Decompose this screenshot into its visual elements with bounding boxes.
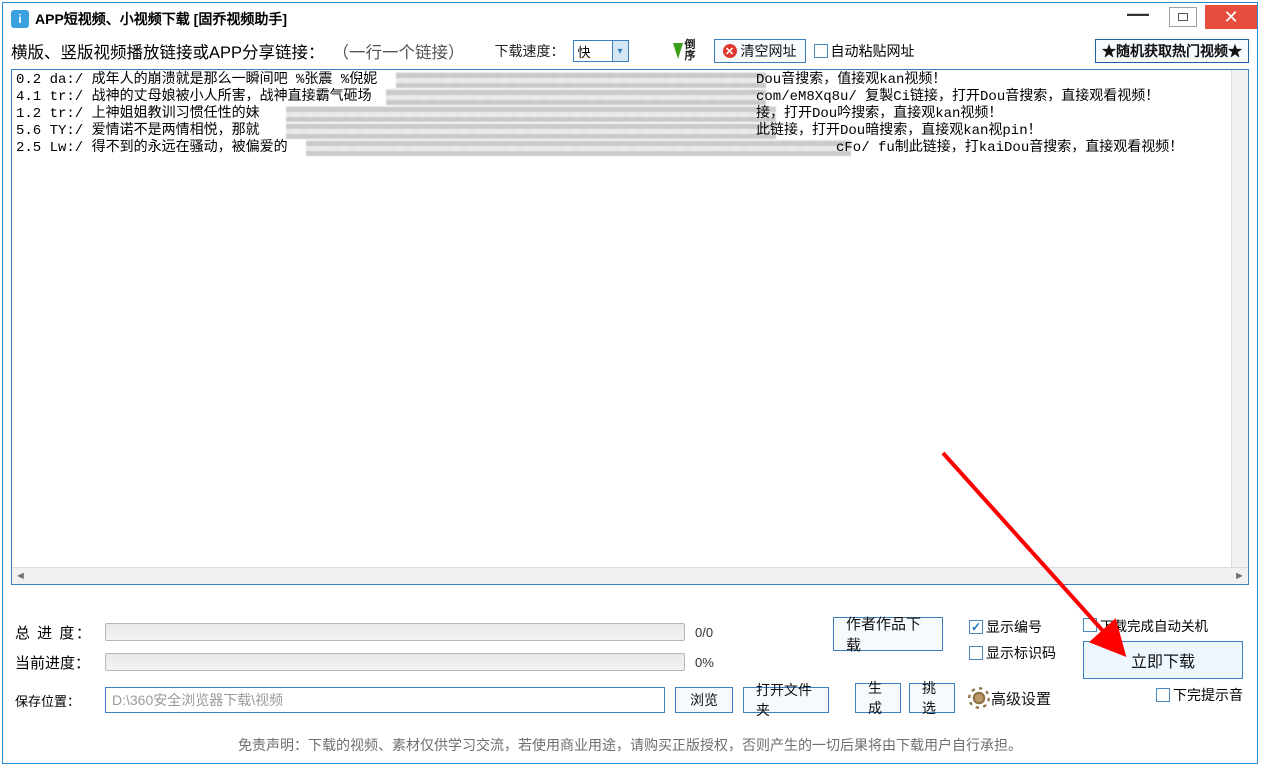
checkbox-icon bbox=[969, 646, 983, 660]
censored-region bbox=[286, 123, 776, 139]
horizontal-scrollbar[interactable]: ◄ ► bbox=[12, 567, 1248, 584]
censored-region bbox=[286, 106, 776, 122]
checkbox-icon bbox=[1156, 688, 1170, 702]
toolbar: 横版、竖版视频播放链接或APP分享链接： （一行一个链接） 下载速度： 快 ▾ … bbox=[3, 35, 1257, 69]
line-left: 1.2 tr:/ 上神姐姐教训习惯任性的妹 bbox=[16, 106, 260, 123]
browse-button[interactable]: 浏览 bbox=[675, 687, 733, 713]
line-right: 此链接，打开Dou暗搜索，直接观kan视pin！ bbox=[756, 123, 1042, 140]
line-left: 4.1 tr:/ 战神的丈母娘被小人所害，战神直接霸气砸场 bbox=[16, 89, 372, 106]
auto-shutdown-label: 下载完成自动关机 bbox=[1100, 615, 1208, 635]
author-works-download-button[interactable]: 作者作品下载 bbox=[833, 617, 943, 651]
url-label: 横版、竖版视频播放链接或APP分享链接： bbox=[11, 39, 325, 63]
auto-paste-label: 自动粘贴网址 bbox=[831, 41, 915, 61]
scroll-left-icon[interactable]: ◄ bbox=[12, 568, 29, 585]
auto-shutdown-checkbox[interactable]: 下载完成自动关机 bbox=[1083, 615, 1208, 635]
url-content: 0.2 da:/ 成年人的崩溃就是那么一瞬间吧 %张震 %倪妮 Dou音搜索，值… bbox=[12, 70, 1248, 159]
random-hot-video-button[interactable]: ★随机获取热门视频★ bbox=[1095, 39, 1249, 63]
list-item: 0.2 da:/ 成年人的崩溃就是那么一瞬间吧 %张震 %倪妮 Dou音搜索，值… bbox=[16, 72, 1244, 89]
current-progress-value: 0% bbox=[695, 655, 735, 670]
open-folder-button[interactable]: 打开文件夹 bbox=[743, 687, 829, 713]
mid-buttons: 作者作品下载 bbox=[833, 617, 943, 651]
censored-region bbox=[386, 89, 766, 105]
speed-value: 快 bbox=[578, 42, 591, 61]
total-progress-label: 总 进 度： bbox=[15, 622, 95, 643]
show-code-checkbox[interactable]: 显示标识码 bbox=[969, 643, 1056, 663]
list-item: 2.5 Lw:/ 得不到的永远在骚动，被偏爱的 cFo/ fu制此链接，打kai… bbox=[16, 140, 1244, 157]
arrow-down-icon bbox=[673, 43, 683, 59]
speed-label: 下载速度： bbox=[495, 41, 565, 61]
random-hot-label: ★随机获取热门视频★ bbox=[1102, 41, 1242, 61]
line-right: com/eM8Xq8u/ 复製Ci链接，打开Dou音搜索，直接观看视频！ bbox=[756, 89, 1159, 106]
generate-button[interactable]: 生成 bbox=[855, 683, 901, 713]
gen-row: 生成 挑选 高级设置 bbox=[855, 683, 1051, 713]
clear-urls-button[interactable]: ✕ 清空网址 bbox=[714, 39, 806, 63]
save-location-row: 保存位置： D:\360安全浏览器下载\视频 浏览 打开文件夹 bbox=[15, 687, 829, 713]
line-right: Dou音搜索，值接观kan视频！ bbox=[756, 72, 946, 89]
titlebar-left: i APP短视频、小视频下载 [固乔视频助手] bbox=[11, 9, 287, 29]
window-controls: — ✕ bbox=[1115, 5, 1257, 33]
speed-select[interactable]: 快 ▾ bbox=[573, 40, 629, 62]
progress-section: 总 进 度： 0/0 当前进度： 0% bbox=[15, 617, 735, 677]
url-textarea[interactable]: 0.2 da:/ 成年人的崩溃就是那么一瞬间吧 %张震 %倪妮 Dou音搜索，值… bbox=[11, 69, 1249, 585]
auto-paste-checkbox[interactable]: 自动粘贴网址 bbox=[814, 41, 915, 61]
reverse-char-2: 序 bbox=[685, 51, 696, 62]
save-location-label: 保存位置： bbox=[15, 691, 95, 710]
window-title: APP短视频、小视频下载 [固乔视频助手] bbox=[35, 9, 287, 29]
scroll-right-icon[interactable]: ► bbox=[1231, 568, 1248, 585]
close-button[interactable]: ✕ bbox=[1205, 5, 1257, 29]
list-item: 1.2 tr:/ 上神姐姐教训习惯任性的妹 接，打开Dou吟搜索，直接观kan视… bbox=[16, 106, 1244, 123]
close-icon: ✕ bbox=[723, 44, 737, 58]
maximize-button[interactable] bbox=[1169, 7, 1197, 27]
done-sound-label: 下完提示音 bbox=[1173, 685, 1243, 705]
list-item: 5.6 TY:/ 爱情诺不是两情相悦，那就 此链接，打开Dou暗搜索，直接观ka… bbox=[16, 123, 1244, 140]
list-item: 4.1 tr:/ 战神的丈母娘被小人所害，战神直接霸气砸场 com/eM8Xq8… bbox=[16, 89, 1244, 106]
advanced-settings-link[interactable]: 高级设置 bbox=[971, 688, 1051, 709]
app-icon: i bbox=[11, 10, 29, 28]
vertical-scrollbar[interactable] bbox=[1231, 70, 1248, 567]
line-left: 2.5 Lw:/ 得不到的永远在骚动，被偏爱的 bbox=[16, 140, 288, 157]
show-code-label: 显示标识码 bbox=[986, 643, 1056, 663]
right-column: 下载完成自动关机 立即下载 下完提示音 bbox=[1083, 615, 1243, 705]
disclaimer-text: 免责声明：下载的视频、素材仅供学习交流，若使用商业用途，请购买正版授权，否则产生… bbox=[3, 735, 1257, 755]
line-right: 接，打开Dou吟搜索，直接观kan视频！ bbox=[756, 106, 1002, 123]
download-now-button[interactable]: 立即下载 bbox=[1083, 641, 1243, 679]
chevron-down-icon: ▾ bbox=[612, 41, 628, 61]
clear-urls-label: 清空网址 bbox=[741, 41, 797, 61]
total-progress-bar bbox=[105, 623, 685, 641]
line-left: 0.2 da:/ 成年人的崩溃就是那么一瞬间吧 %张震 %倪妮 bbox=[16, 72, 377, 89]
line-right: cFo/ fu制此链接，打kaiDou音搜索，直接观看视频！ bbox=[836, 140, 1183, 157]
url-hint: （一行一个链接） bbox=[333, 39, 465, 63]
current-progress-label: 当前进度： bbox=[15, 652, 95, 673]
pick-button[interactable]: 挑选 bbox=[909, 683, 955, 713]
line-left: 5.6 TY:/ 爱情诺不是两情相悦，那就 bbox=[16, 123, 260, 140]
total-progress-value: 0/0 bbox=[695, 625, 735, 640]
app-window: i APP短视频、小视频下载 [固乔视频助手] — ✕ 横版、竖版视频播放链接或… bbox=[2, 2, 1258, 764]
current-progress-bar bbox=[105, 653, 685, 671]
titlebar: i APP短视频、小视频下载 [固乔视频助手] — ✕ bbox=[3, 3, 1257, 35]
display-options: 显示编号 显示标识码 bbox=[969, 617, 1056, 663]
show-index-checkbox[interactable]: 显示编号 bbox=[969, 617, 1056, 637]
save-path-value: D:\360安全浏览器下载\视频 bbox=[112, 690, 283, 710]
censored-region bbox=[396, 72, 766, 88]
show-index-label: 显示编号 bbox=[986, 617, 1042, 637]
reverse-order-button[interactable]: 倒 序 bbox=[673, 40, 696, 62]
checkbox-icon bbox=[1083, 618, 1097, 632]
minimize-button[interactable]: — bbox=[1115, 5, 1161, 29]
checkbox-icon bbox=[969, 620, 983, 634]
checkbox-icon bbox=[814, 44, 828, 58]
gear-icon bbox=[971, 690, 987, 706]
censored-region bbox=[306, 140, 851, 156]
save-path-input[interactable]: D:\360安全浏览器下载\视频 bbox=[105, 687, 665, 713]
advanced-label: 高级设置 bbox=[991, 688, 1051, 709]
done-sound-checkbox[interactable]: 下完提示音 bbox=[1156, 685, 1243, 705]
